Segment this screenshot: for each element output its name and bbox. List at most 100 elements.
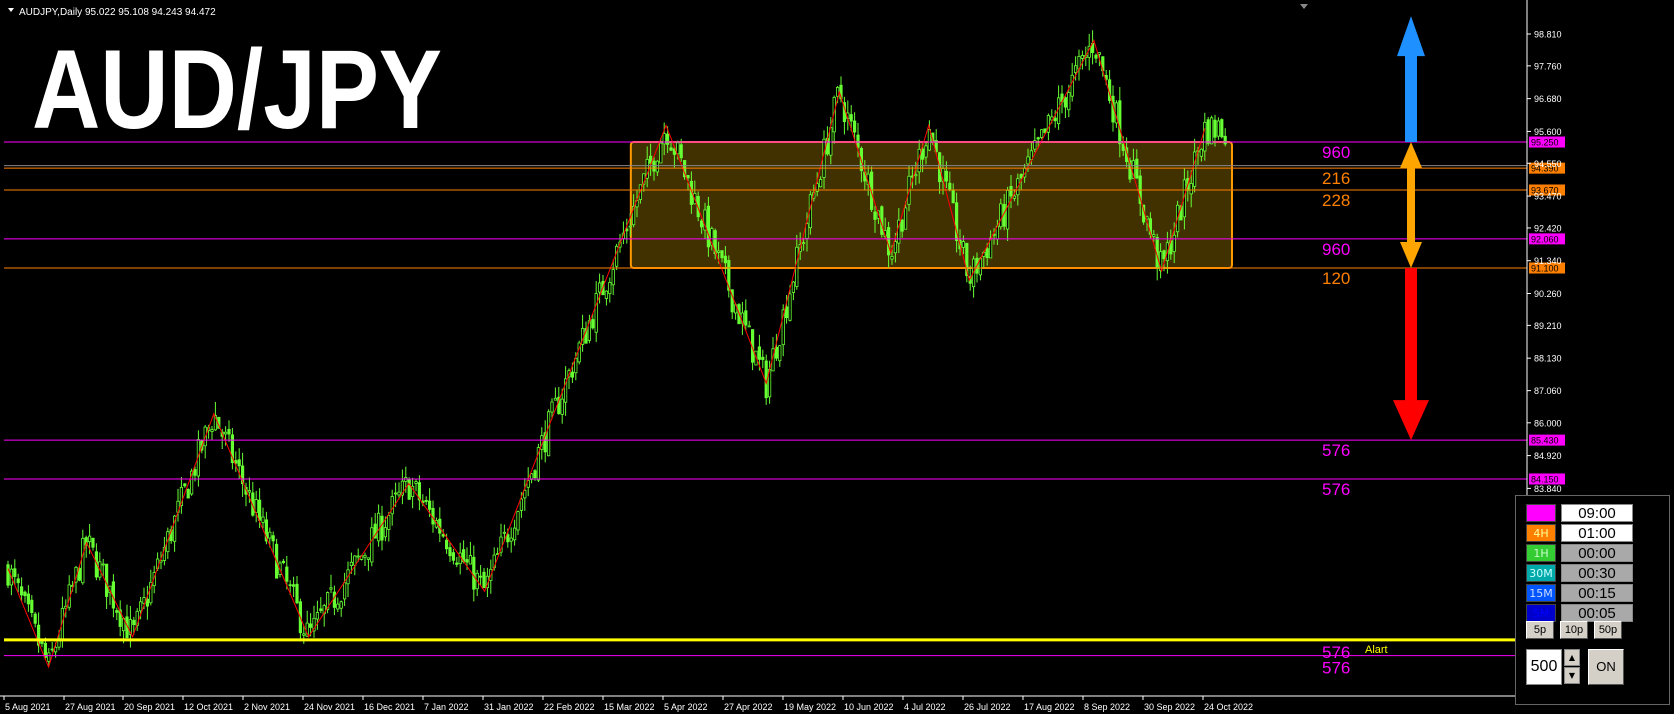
count-input[interactable]: 500 — [1526, 649, 1562, 685]
candle-body — [686, 174, 690, 179]
y-tick-label: 95.600 — [1534, 127, 1562, 137]
candle-body — [655, 160, 660, 173]
candle-body — [257, 499, 262, 521]
candle-body — [468, 555, 473, 565]
candle-body — [404, 477, 408, 482]
candle-body — [747, 325, 751, 328]
candle-body — [700, 220, 704, 228]
candle-body — [1019, 173, 1023, 179]
candle-body — [1026, 156, 1030, 165]
candle-body — [516, 511, 520, 531]
pip-50-button[interactable]: 50p — [1594, 621, 1622, 639]
pip-10-button[interactable]: 10p — [1560, 621, 1588, 639]
symbol-info: AUDJPY,Daily 95.022 95.108 94.243 94.472 — [19, 7, 216, 18]
x-tick-label: 16 Dec 2021 — [364, 702, 415, 712]
candle-body — [210, 429, 214, 432]
y-tick-label: 83.840 — [1534, 484, 1562, 494]
candle-body — [560, 398, 564, 415]
candle-body — [853, 120, 857, 133]
candle-body — [115, 610, 119, 613]
candle-body — [472, 556, 476, 590]
spin-up-icon[interactable]: ▲ — [1564, 649, 1580, 666]
x-tick-label: 2 Nov 2021 — [244, 702, 290, 712]
candle-body — [247, 490, 251, 493]
candle-body — [291, 584, 296, 587]
pip-5-button[interactable]: 5p — [1526, 621, 1554, 639]
candle-body — [237, 459, 241, 467]
candle-body — [444, 539, 449, 550]
candle-body — [268, 531, 272, 539]
candle-body — [717, 250, 721, 253]
candle-body — [186, 489, 190, 499]
candle-body — [295, 583, 299, 604]
y-tick-label: 97.760 — [1534, 61, 1562, 71]
candle-body — [778, 345, 782, 362]
candle-body — [390, 496, 394, 515]
candle-body — [519, 498, 524, 511]
candle-body — [849, 114, 853, 122]
x-tick-label: 30 Sep 2022 — [1144, 702, 1195, 712]
candle-body — [1074, 65, 1078, 73]
level-value-label: 576 — [1322, 480, 1350, 499]
x-tick-label: 17 Aug 2022 — [1024, 702, 1075, 712]
candle-body — [1216, 120, 1220, 137]
level-price-label: 85.430 — [1531, 436, 1559, 446]
x-tick-label: 27 Apr 2022 — [724, 702, 773, 712]
y-tick-label: 86.000 — [1534, 418, 1562, 428]
big-title: AUD/JPY — [32, 27, 442, 152]
level-value-label: 228 — [1322, 191, 1350, 210]
level-value-label: 576 — [1322, 441, 1350, 460]
timeframe-countdown: 09:00 — [1561, 504, 1633, 522]
candle-body — [427, 500, 432, 510]
candle-body — [448, 547, 452, 557]
candle-body — [604, 290, 609, 299]
candle-body — [1193, 151, 1197, 187]
candle-body — [598, 282, 602, 293]
candle-body — [319, 608, 323, 611]
candle-body — [1189, 183, 1193, 195]
candle-body — [720, 250, 724, 259]
timeframe-badge[interactable]: 5M — [1526, 604, 1556, 622]
candle-body — [1040, 129, 1044, 138]
candle-body — [393, 492, 398, 495]
timeframe-badge[interactable]: 15M — [1526, 584, 1556, 602]
y-tick-label: 92.420 — [1534, 223, 1562, 233]
timeframe-badge[interactable]: 30M — [1526, 564, 1556, 582]
candle-body — [145, 598, 149, 607]
price-chart[interactable]: 95.25096094.39021693.67022892.06096091.1… — [0, 0, 1674, 714]
candle-body — [302, 633, 306, 636]
candle-body — [193, 469, 197, 476]
timeframe-badge[interactable]: 1H — [1526, 544, 1556, 562]
level-value-label: 960 — [1322, 143, 1350, 162]
candle-body — [1162, 250, 1166, 260]
candle-body — [441, 534, 445, 537]
candle-body — [223, 431, 228, 435]
candle-body — [1118, 100, 1122, 145]
candle-body — [1206, 119, 1210, 144]
level-value-label: 960 — [1322, 240, 1350, 259]
on-button[interactable]: ON — [1588, 649, 1624, 685]
candle-body — [921, 148, 925, 160]
y-tick-label: 94.550 — [1534, 159, 1562, 169]
candle-body — [1203, 121, 1207, 152]
timeframe-badge[interactable]: 1D — [1526, 504, 1556, 522]
candle-body — [679, 144, 683, 159]
candle-body — [88, 535, 92, 543]
candle-body — [999, 203, 1003, 228]
y-tick-label: 96.680 — [1534, 94, 1562, 104]
candle-body — [550, 401, 554, 413]
x-tick-label: 5 Apr 2022 — [664, 702, 708, 712]
candle-body — [788, 293, 792, 321]
candle-body — [706, 205, 711, 248]
candle-body — [513, 527, 517, 541]
candle-body — [666, 133, 670, 145]
candle-body — [285, 566, 289, 582]
candle-body — [30, 599, 34, 613]
candle-body — [271, 535, 275, 542]
candle-body — [1121, 143, 1125, 151]
candle-body — [424, 499, 428, 502]
candle-body — [533, 470, 537, 479]
timeframe-badge[interactable]: 4H — [1526, 524, 1556, 542]
spin-down-icon[interactable]: ▼ — [1564, 667, 1580, 684]
candle-body — [50, 648, 54, 651]
